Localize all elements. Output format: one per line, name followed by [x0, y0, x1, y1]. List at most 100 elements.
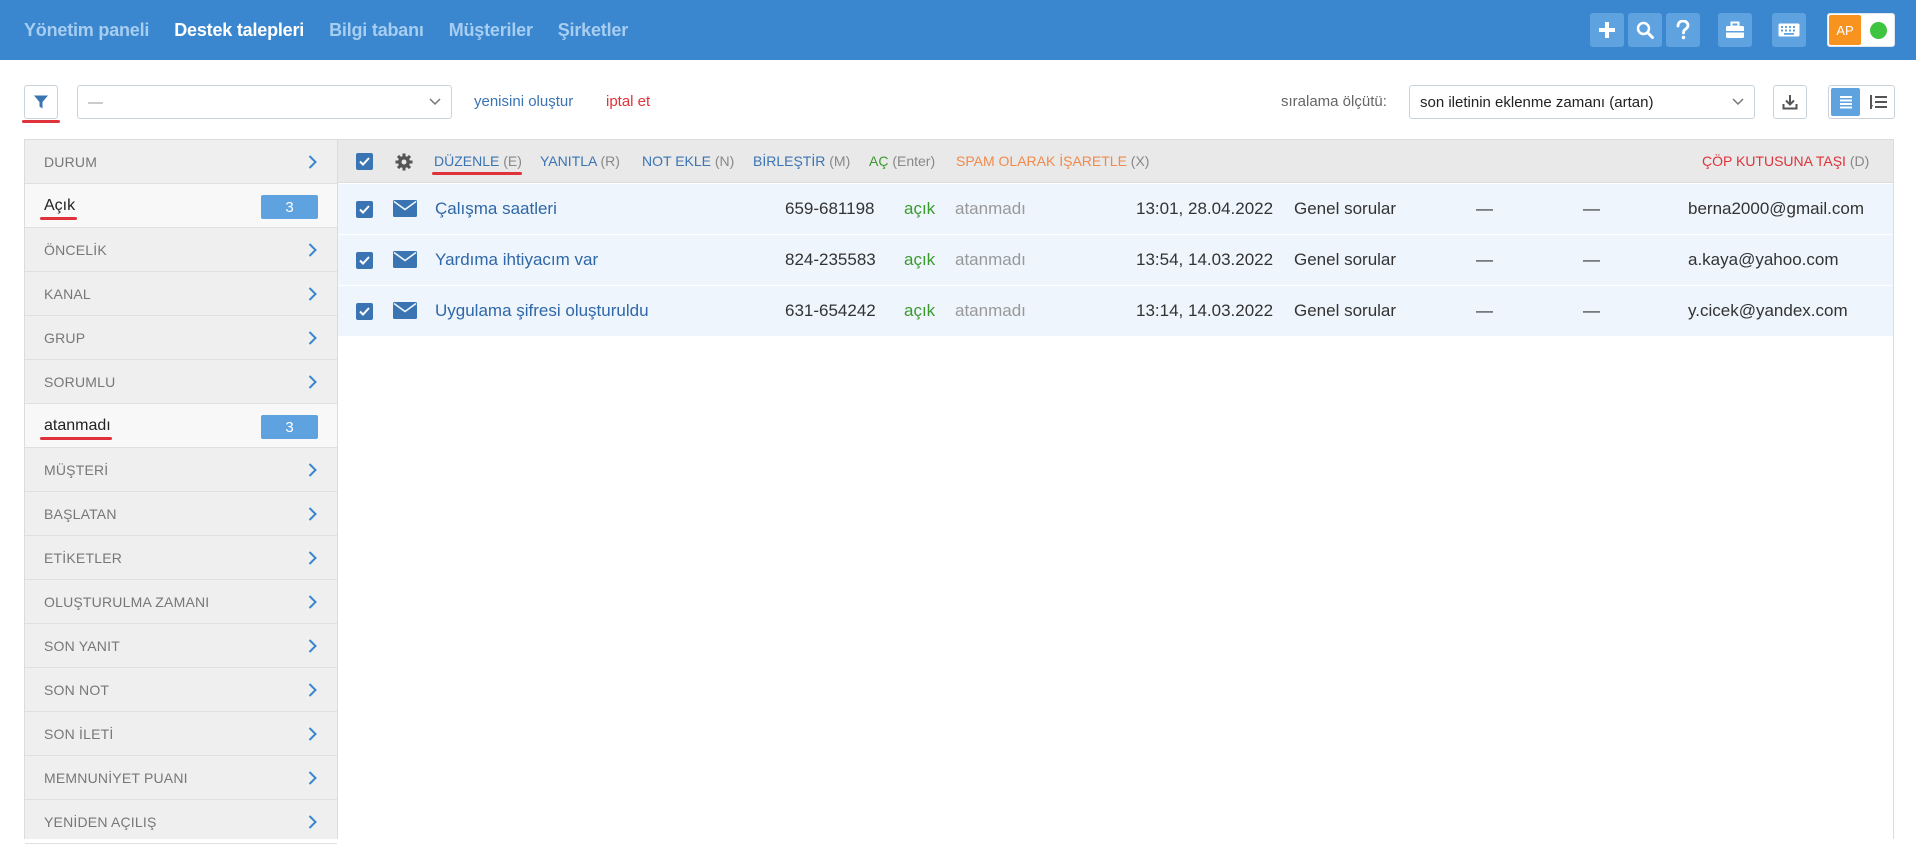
mark-spam-action[interactable]: SPAM OLARAK İŞARETLE (X) — [956, 153, 1149, 169]
ticket-subject-link[interactable]: Çalışma saatleri — [435, 199, 557, 219]
ticket-number: 659-681198 — [785, 199, 875, 218]
ticket-date: 13:14, 14.03.2022 — [1136, 301, 1274, 320]
help-icon — [1676, 20, 1690, 40]
row-checkbox[interactable] — [356, 252, 373, 269]
ticket-customer-email: y.cicek@yandex.com — [1688, 301, 1848, 320]
sidebar-item-channel[interactable]: KANAL — [25, 272, 337, 316]
select-all-checkbox[interactable] — [356, 153, 373, 170]
edit-action-underline — [432, 172, 522, 175]
chevron-right-icon — [308, 463, 317, 477]
add-note-action[interactable]: NOT EKLE (N) — [642, 153, 734, 169]
list-view-button[interactable] — [1831, 88, 1860, 116]
nav-tickets[interactable]: Destek talepleri — [174, 20, 304, 41]
count-badge: 3 — [261, 415, 318, 439]
sidebar-item-label: ÖNCELİK — [44, 242, 107, 258]
saved-filter-value: — — [88, 93, 103, 111]
sidebar-item-label: SON YANIT — [44, 638, 120, 654]
check-icon — [359, 205, 370, 214]
sidebar-item-last-message[interactable]: SON İLETİ — [25, 712, 337, 756]
ticket-field-empty: — — [1476, 199, 1493, 218]
sidebar-item-label: MÜŞTERİ — [44, 462, 109, 478]
sidebar-item-status[interactable]: DURUM — [25, 140, 337, 184]
gear-icon[interactable] — [395, 153, 413, 171]
ticket-subject-link[interactable]: Yardıma ihtiyacım var — [435, 250, 598, 270]
sidebar-item-priority[interactable]: ÖNCELİK — [25, 228, 337, 272]
ticket-field-empty: — — [1476, 250, 1493, 269]
merge-action[interactable]: BİRLEŞTİR (M) — [753, 153, 850, 169]
chevron-right-icon — [308, 551, 317, 565]
ticket-customer-email: berna2000@gmail.com — [1688, 199, 1865, 218]
sidebar-item-initiator[interactable]: BAŞLATAN — [25, 492, 337, 536]
filter-button[interactable] — [24, 85, 58, 119]
table-row[interactable]: Çalışma saatleri 659-681198 açık atanmad… — [338, 184, 1893, 235]
keyboard-button[interactable] — [1772, 13, 1806, 47]
chevron-right-icon — [308, 815, 317, 829]
ticket-group: Genel sorular — [1294, 301, 1397, 320]
row-checkbox[interactable] — [356, 201, 373, 218]
download-icon — [1782, 95, 1798, 110]
nav-companies[interactable]: Şirketler — [558, 20, 628, 41]
active-filter-underline — [40, 437, 112, 440]
sidebar-item-satisfaction[interactable]: MEMNUNİYET PUANI — [25, 756, 337, 800]
user-menu[interactable]: AP — [1827, 13, 1895, 47]
sidebar-item-tags[interactable]: ETİKETLER — [25, 536, 337, 580]
table-row[interactable]: Uygulama şifresi oluşturuldu 631-654242 … — [338, 286, 1893, 337]
ticket-field-empty: — — [1583, 199, 1600, 218]
nav-customers[interactable]: Müşteriler — [449, 20, 533, 41]
search-button[interactable] — [1628, 13, 1662, 47]
sidebar-value-open[interactable]: Açık 3 — [25, 184, 337, 228]
count-badge: 3 — [261, 195, 318, 219]
sidebar-item-label: MEMNUNİYET PUANI — [44, 770, 188, 786]
ticket-assignee: atanmadı — [955, 301, 1026, 320]
ticket-status: açık — [904, 250, 936, 269]
sidebar-item-label: YENİDEN AÇILIŞ — [44, 814, 157, 830]
sidebar-item-customer[interactable]: MÜŞTERİ — [25, 448, 337, 492]
top-navigation-bar: Yönetim paneli Destek talepleri Bilgi ta… — [0, 0, 1916, 60]
sort-select[interactable]: son iletinin eklenme zamanı (artan) — [1409, 85, 1755, 119]
chevron-right-icon — [308, 331, 317, 345]
edit-action[interactable]: DÜZENLE (E) — [434, 153, 522, 169]
sidebar-item-last-note[interactable]: SON NOT — [25, 668, 337, 712]
filter-sidebar: DURUM Açık 3 ÖNCELİK KANAL GRUP SORUMLU … — [24, 139, 338, 844]
move-to-trash-action[interactable]: ÇÖP KUTUSUNA TAŞI (D) — [1702, 153, 1869, 169]
chevron-right-icon — [308, 771, 317, 785]
create-filter-link[interactable]: yenisini oluştur — [474, 93, 573, 110]
cancel-filter-link[interactable]: iptal et — [606, 93, 650, 110]
sidebar-item-last-reply[interactable]: SON YANIT — [25, 624, 337, 668]
sort-label: sıralama ölçütü: — [1281, 93, 1387, 110]
reply-action[interactable]: YANITLA (R) — [540, 153, 620, 169]
sidebar-item-label: SON NOT — [44, 682, 110, 698]
ticket-list-panel: DÜZENLE (E) YANITLA (R) NOT EKLE (N) BİR… — [338, 139, 1894, 839]
add-button[interactable] — [1590, 13, 1624, 47]
sidebar-item-label: DURUM — [44, 154, 98, 170]
briefcase-button[interactable] — [1718, 13, 1752, 47]
online-status-indicator — [1870, 22, 1887, 39]
download-button[interactable] — [1773, 85, 1807, 119]
ticket-field-empty: — — [1583, 301, 1600, 320]
row-checkbox[interactable] — [356, 303, 373, 320]
chevron-right-icon — [308, 639, 317, 653]
chevron-right-icon — [308, 595, 317, 609]
sidebar-value-unassigned[interactable]: atanmadı 3 — [25, 404, 337, 448]
sidebar-item-group[interactable]: GRUP — [25, 316, 337, 360]
view-toggle — [1828, 85, 1895, 119]
sidebar-item-assignee[interactable]: SORUMLU — [25, 360, 337, 404]
nav-dashboard[interactable]: Yönetim paneli — [24, 20, 149, 41]
help-button[interactable] — [1666, 13, 1700, 47]
ticket-subject-link[interactable]: Uygulama şifresi oluşturuldu — [435, 301, 649, 321]
nav-knowledge-base[interactable]: Bilgi tabanı — [329, 20, 424, 41]
check-icon — [359, 256, 370, 265]
open-action[interactable]: AÇ (Enter) — [869, 153, 935, 169]
ticket-assignee: atanmadı — [955, 199, 1026, 218]
main-nav: Yönetim paneli Destek talepleri Bilgi ta… — [24, 0, 628, 60]
ticket-number: 631-654242 — [785, 301, 876, 320]
sort-order-button[interactable] — [1864, 88, 1893, 116]
table-row[interactable]: Yardıma ihtiyacım var 824-235583 açık at… — [338, 235, 1893, 286]
sidebar-item-reopen[interactable]: YENİDEN AÇILIŞ — [25, 800, 337, 844]
sidebar-item-label: ETİKETLER — [44, 550, 123, 566]
ticket-group: Genel sorular — [1294, 250, 1397, 269]
sidebar-item-created-time[interactable]: OLUŞTURULMA ZAMANI — [25, 580, 337, 624]
saved-filter-select[interactable]: — — [77, 85, 452, 119]
keyboard-icon — [1778, 23, 1800, 37]
chevron-right-icon — [308, 375, 317, 389]
